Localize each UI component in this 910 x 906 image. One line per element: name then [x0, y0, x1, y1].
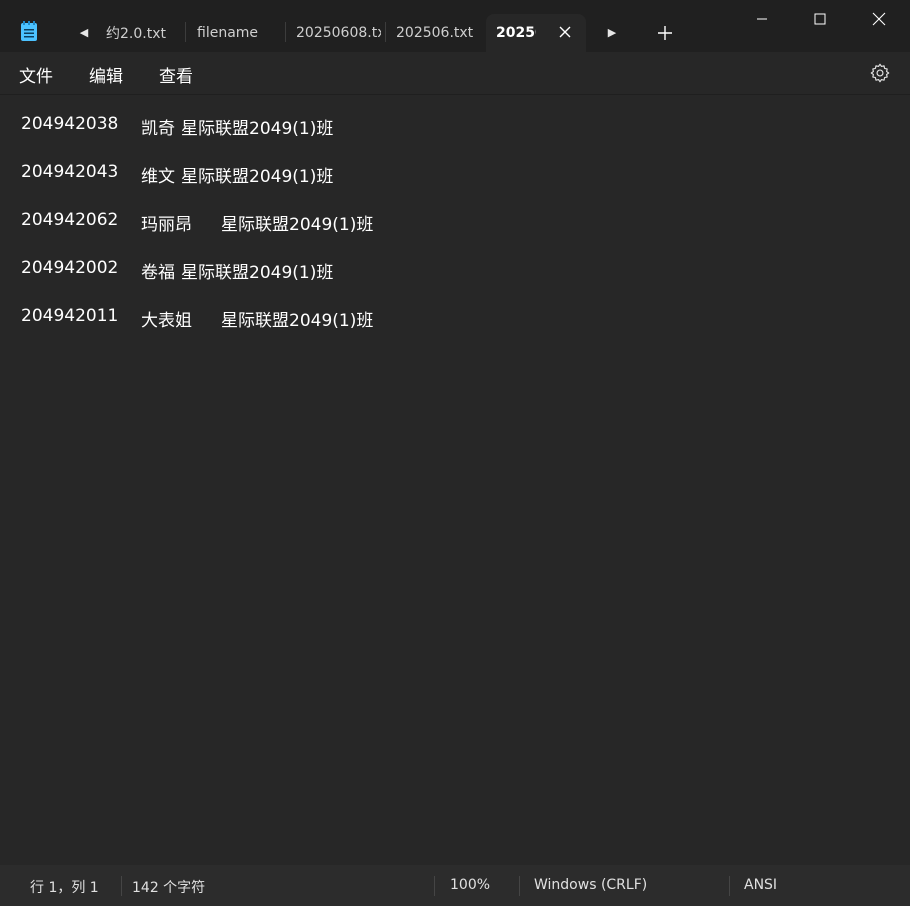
student-name: 卷福: [141, 263, 175, 283]
student-id: 204942038: [21, 114, 119, 134]
menu-edit[interactable]: 编辑: [89, 62, 123, 87]
character-count: 142 个字符: [132, 880, 206, 896]
status-bar: 行 1，列 1 142 个字符 100% Windows (CRLF) ANSI: [0, 865, 910, 906]
tab-2[interactable]: filename: [197, 14, 275, 52]
close-window-button[interactable]: [850, 0, 908, 38]
text-line: 204942002 卷福 星际联盟2049(1)班: [21, 258, 421, 284]
text-line: 204942011 大表姐 星际联盟2049(1)班: [21, 306, 421, 332]
tab-divider: [385, 22, 386, 42]
minimize-button[interactable]: [733, 0, 791, 38]
text-editor[interactable]: 204942038 凯奇 星际联盟2049(1)班 204942043 维文 星…: [0, 95, 910, 865]
minimize-icon: [757, 18, 767, 20]
tab-label: 20250608.txt: [296, 25, 381, 41]
tab-scroll-right-button[interactable]: ▶: [600, 22, 624, 42]
student-name: 玛丽昂: [141, 215, 192, 235]
student-id: 204942002: [21, 258, 119, 278]
caret-left-icon: ◀: [79, 25, 89, 39]
tab-label: 20250: [496, 25, 536, 41]
close-tab-icon[interactable]: [558, 25, 572, 39]
line-ending[interactable]: Windows (CRLF): [534, 877, 647, 893]
tab-3[interactable]: 20250608.txt: [296, 14, 381, 52]
tab-divider: [185, 22, 186, 42]
new-tab-button[interactable]: [654, 22, 676, 44]
tab-label: filename: [197, 25, 259, 41]
class-name: 星际联盟2049(1)班: [221, 215, 374, 235]
student-name: 大表姐: [141, 311, 192, 331]
student-id: 204942062: [21, 210, 119, 230]
tab-scroll-left-button[interactable]: ◀: [72, 22, 96, 42]
cursor-position[interactable]: 行 1，列 1: [30, 877, 99, 897]
menu-file[interactable]: 文件: [19, 62, 53, 87]
class-name: 星际联盟2049(1)班: [181, 263, 334, 283]
tab-label: 202506.txt: [396, 25, 474, 41]
status-divider: [729, 876, 730, 896]
caret-right-icon: ▶: [607, 25, 617, 39]
student-id: 204942043: [21, 162, 119, 182]
settings-button[interactable]: [869, 62, 891, 84]
plus-icon: [658, 26, 672, 40]
tab-active[interactable]: 20250: [486, 14, 586, 52]
text-line: 204942038 凯奇 星际联盟2049(1)班: [21, 114, 421, 140]
class-name: 星际联盟2049(1)班: [221, 311, 374, 331]
student-name: 维文: [141, 167, 175, 187]
encoding[interactable]: ANSI: [744, 877, 777, 893]
gear-icon: [870, 63, 890, 83]
class-name: 星际联盟2049(1)班: [181, 167, 334, 187]
notepad-app-icon: [20, 20, 38, 42]
maximize-icon: [814, 13, 826, 25]
status-divider: [519, 876, 520, 896]
close-icon: [872, 12, 886, 26]
tab-1[interactable]: 约2.0.txt: [106, 14, 178, 52]
student-id: 204942011: [21, 306, 119, 326]
menu-bar: 文件 编辑 查看: [0, 52, 910, 95]
zoom-level[interactable]: 100%: [450, 877, 490, 893]
text-line: 204942043 维文 星际联盟2049(1)班: [21, 162, 421, 188]
menu-view[interactable]: 查看: [159, 62, 193, 87]
tab-4[interactable]: 202506.txt: [396, 14, 482, 52]
tab-label: 约2.0.txt: [106, 26, 166, 42]
tab-divider: [285, 22, 286, 42]
student-name: 凯奇: [141, 119, 175, 139]
title-bar: ◀ 约2.0.txt filename 20250608.txt 202506.…: [0, 0, 910, 52]
status-divider: [121, 876, 122, 896]
text-line: 204942062 玛丽昂 星际联盟2049(1)班: [21, 210, 421, 236]
status-divider: [434, 876, 435, 896]
maximize-button[interactable]: [791, 0, 849, 38]
class-name: 星际联盟2049(1)班: [181, 119, 334, 139]
notepad-window: ◀ 约2.0.txt filename 20250608.txt 202506.…: [0, 0, 910, 906]
